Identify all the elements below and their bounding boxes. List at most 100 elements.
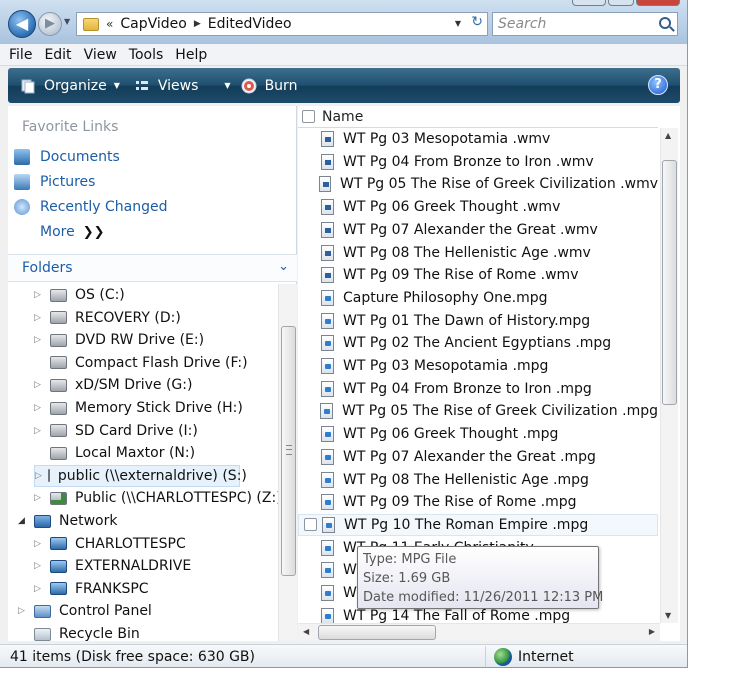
folder-tree-item[interactable]: ▷ public (\\externaldrive) (S:) — [34, 464, 247, 487]
file-row[interactable]: WT Pg 04 From Bronze to Iron .wmv — [298, 151, 658, 173]
expand-arrow-icon[interactable]: ▷ — [34, 313, 44, 323]
file-row[interactable]: WT Pg 06 Greek Thought .mpg — [298, 423, 658, 445]
search-input[interactable]: Search — [492, 12, 678, 36]
chevron-down-icon[interactable]: ⌄ — [278, 259, 289, 274]
favorite-recently-changed[interactable]: Recently Changed — [14, 196, 168, 218]
file-list-scroll-thumb[interactable] — [662, 160, 677, 405]
folder-tree-item[interactable]: ▷ SD Card Drive (I:) — [34, 420, 198, 442]
scroll-left-icon[interactable]: ◀ — [303, 627, 309, 636]
expanded-arrow-icon[interactable]: ◢ — [18, 516, 28, 526]
scroll-down-icon[interactable]: ▼ — [665, 611, 671, 620]
scroll-right-icon[interactable]: ▶ — [649, 627, 655, 636]
close-button[interactable] — [636, 0, 680, 6]
favorite-pictures[interactable]: Pictures — [14, 171, 95, 193]
folder-tree-item[interactable]: Local Maxtor (N:) — [34, 442, 195, 464]
expand-arrow-icon[interactable]: ▷ — [34, 493, 44, 503]
file-row[interactable]: WT Pg 07 Alexander the Great .wmv — [298, 219, 658, 241]
folder-tree-item[interactable]: Compact Flash Drive (F:) — [34, 352, 248, 374]
folder-tree-item[interactable]: ▷ FRANKSPC — [34, 578, 149, 600]
expand-arrow-icon[interactable]: ▷ — [34, 539, 44, 549]
address-bar[interactable]: « CapVideo ▶ EditedVideo ▼ ↻ — [76, 12, 488, 36]
folder-tree-item[interactable]: ▷ OS (C:) — [34, 284, 125, 306]
breadcrumb-editedvideo[interactable]: EditedVideo — [208, 16, 292, 32]
breadcrumb-capvideo[interactable]: CapVideo — [120, 16, 186, 32]
column-header-name[interactable]: Name — [322, 109, 363, 125]
forward-button[interactable]: ▶ — [38, 12, 62, 36]
navigation-scroll-thumb[interactable] — [281, 326, 296, 576]
folder-tree-item-label: Local Maxtor (N:) — [75, 445, 196, 462]
expand-arrow-icon[interactable]: ▷ — [34, 403, 44, 413]
folder-tree-item[interactable]: ▷ DVD RW Drive (E:) — [34, 329, 204, 351]
burn-button[interactable]: Burn — [241, 78, 297, 94]
file-row[interactable]: Capture Philosophy One.mpg — [298, 287, 658, 309]
minimize-button[interactable] — [572, 0, 606, 6]
folder-tree-item-label: public (\\externaldrive) (S:) — [57, 467, 247, 484]
search-icon[interactable] — [659, 17, 671, 29]
back-button[interactable]: ◀ — [8, 10, 36, 38]
folder-tree-item[interactable]: ▷ EXTERNALDRIVE — [34, 555, 191, 577]
folder-tree-item[interactable]: ▷ Public (\\CHARLOTTESPC) (Z:) — [34, 487, 278, 509]
file-name: WT Pg 07 Alexander the Great .wmv — [343, 221, 598, 238]
status-bar: 41 items (Disk free space: 630 GB) Inter… — [0, 644, 687, 667]
file-row[interactable]: WT Pg 06 Greek Thought .wmv — [298, 196, 658, 218]
expand-arrow-icon[interactable]: ▷ — [35, 471, 42, 481]
help-icon[interactable]: ? — [648, 75, 668, 95]
folder-tree-item[interactable]: ▷ Memory Stick Drive (H:) — [34, 397, 243, 419]
folders-header[interactable]: Folders ⌄ — [8, 254, 297, 282]
folder-tree-item[interactable]: ▷ xD/SM Drive (G:) — [34, 374, 192, 396]
folder-tree-item[interactable]: ▷ Control Panel — [18, 600, 152, 622]
folder-tree-item[interactable]: ◢ Network — [18, 510, 117, 532]
control-panel-icon — [34, 604, 51, 618]
folder-tree-item[interactable]: ▷ CHARLOTTESPC — [34, 533, 186, 555]
file-row[interactable]: WT Pg 03 Mesopotamia .wmv — [298, 128, 658, 150]
file-row[interactable]: WT Pg 07 Alexander the Great .mpg — [298, 446, 658, 468]
breadcrumb-separator-icon[interactable]: ▶ — [194, 19, 201, 29]
file-row[interactable]: WT Pg 09 The Rise of Rome .mpg — [298, 491, 658, 513]
file-checkbox[interactable] — [304, 518, 317, 532]
file-row[interactable]: WT Pg 01 The Dawn of History.mpg — [298, 310, 658, 332]
file-row[interactable]: WT Pg 10 The Roman Empire .mpg — [298, 513, 658, 536]
file-row[interactable]: WT Pg 08 The Hellenistic Age .wmv — [298, 242, 658, 264]
menu-tools[interactable]: Tools — [129, 47, 164, 63]
file-row[interactable]: WT Pg 03 Mesopotamia .mpg — [298, 355, 658, 377]
file-row[interactable]: WT Pg 05 The Rise of Greek Civilization … — [298, 400, 658, 422]
recent-pages-dropdown[interactable]: ▼ — [64, 17, 70, 26]
menu-help[interactable]: Help — [175, 47, 207, 63]
expand-arrow-icon[interactable]: ▷ — [34, 426, 44, 436]
file-row[interactable]: WT Pg 09 The Rise of Rome .wmv — [298, 264, 658, 286]
maximize-button[interactable] — [608, 0, 634, 6]
file-row[interactable]: WT Pg 08 The Hellenistic Age .mpg — [298, 469, 658, 491]
expand-arrow-icon[interactable]: ▷ — [34, 561, 44, 571]
favorite-documents[interactable]: Documents — [14, 146, 120, 168]
address-dropdown-icon[interactable]: ▼ — [455, 19, 461, 28]
menu-bar: File Edit View Tools Help — [0, 44, 687, 66]
mpg-file-icon — [322, 516, 335, 533]
navigation-scrollbar[interactable] — [278, 284, 297, 641]
globe-icon — [494, 648, 512, 666]
file-row[interactable]: WT Pg 05 The Rise of Greek Civilization … — [298, 173, 658, 195]
expand-arrow-icon[interactable]: ▷ — [34, 335, 44, 345]
menu-view[interactable]: View — [84, 47, 117, 63]
file-list-horizontal-scrollbar[interactable]: ◀ ▶ — [298, 623, 660, 641]
folder-tree-item[interactable]: ▷ RECOVERY (D:) — [34, 307, 181, 329]
menu-file[interactable]: File — [9, 47, 32, 63]
expand-arrow-icon[interactable]: ▷ — [34, 380, 44, 390]
file-row[interactable]: WT Pg 02 The Ancient Egyptians .mpg — [298, 332, 658, 354]
file-row[interactable]: WT Pg 04 From Bronze to Iron .mpg — [298, 378, 658, 400]
expand-arrow-icon[interactable]: ▷ — [34, 290, 44, 300]
expand-arrow-icon[interactable]: ▷ — [34, 584, 44, 594]
breadcrumb-overflow[interactable]: « — [106, 17, 113, 31]
favorite-more[interactable]: More ❯❯ — [40, 221, 105, 243]
mpg-file-icon — [321, 448, 334, 465]
select-all-checkbox[interactable] — [302, 110, 315, 123]
scroll-up-icon[interactable]: ▲ — [665, 131, 671, 140]
file-list-hscroll-thumb[interactable] — [318, 625, 436, 640]
folder-tree-item[interactable]: Recycle Bin — [18, 623, 140, 641]
refresh-icon[interactable]: ↻ — [471, 14, 483, 30]
file-name: WT Pg 06 Greek Thought .wmv — [343, 199, 561, 216]
menu-edit[interactable]: Edit — [44, 47, 71, 63]
organize-button[interactable]: Organize ▼ — [20, 78, 120, 94]
expand-arrow-icon[interactable]: ▷ — [18, 606, 28, 616]
file-list-vertical-scrollbar[interactable]: ▲ ▼ — [660, 128, 678, 623]
views-button[interactable]: Views ▼ — [134, 78, 231, 94]
